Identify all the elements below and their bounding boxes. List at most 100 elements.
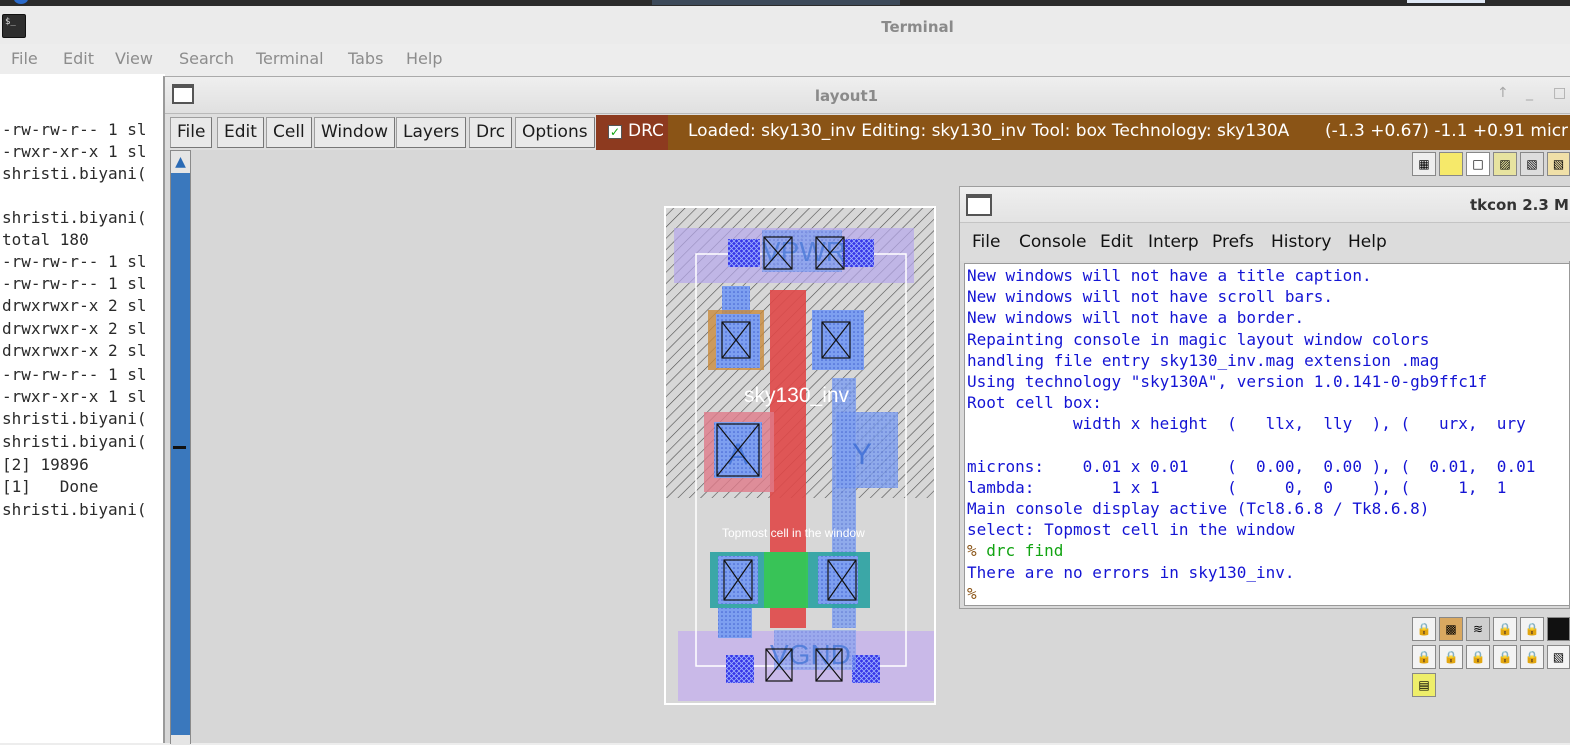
terminal-line: shristi.biyani( bbox=[2, 409, 147, 428]
layer-swatch-hatch-icon[interactable]: ▧ bbox=[1520, 152, 1544, 176]
layer-palette-row: 🔒 ▩ ≋ 🔒 🔒 bbox=[1412, 617, 1570, 641]
layout-menu-options[interactable]: Options bbox=[515, 117, 595, 148]
metal1-strap bbox=[718, 608, 752, 638]
layer-swatch-icon[interactable]: ▩ bbox=[1439, 617, 1463, 641]
tkcon-console[interactable]: New windows will not have a title captio… bbox=[964, 263, 1570, 606]
layout-menu-layers[interactable]: Layers bbox=[396, 117, 467, 148]
taskbar-active-task[interactable] bbox=[652, 0, 900, 5]
tkcon-menu-help[interactable]: Help bbox=[1348, 232, 1387, 252]
layer-palette-row: ▤ bbox=[1412, 673, 1442, 697]
layout-menu-cell[interactable]: Cell bbox=[266, 117, 312, 148]
lock-icon[interactable]: 🔒 bbox=[1412, 617, 1436, 641]
layout-menu-edit[interactable]: Edit bbox=[217, 117, 264, 148]
maximize-icon[interactable]: □ bbox=[1553, 85, 1566, 101]
lock-icon[interactable]: 🔒 bbox=[1520, 645, 1544, 669]
terminal-menu-view[interactable]: View bbox=[115, 49, 153, 68]
input-label: A bbox=[728, 438, 748, 471]
terminal-title: Terminal bbox=[881, 18, 954, 36]
lock-icon[interactable]: 🔒 bbox=[1412, 645, 1436, 669]
tkcon-menu-interp[interactable]: Interp bbox=[1148, 232, 1199, 252]
layer-swatch-outline-icon[interactable]: □ bbox=[1466, 152, 1490, 176]
scroll-up-arrow-icon[interactable]: ▲ bbox=[171, 151, 190, 173]
lock-icon[interactable]: 🔒 bbox=[1520, 617, 1544, 641]
lock-icon[interactable]: 🔒 bbox=[1493, 645, 1517, 669]
lock-icon[interactable]: 🔒 bbox=[1466, 645, 1490, 669]
raise-icon[interactable]: ↑ bbox=[1497, 85, 1509, 101]
tkcon-menu-history[interactable]: History bbox=[1271, 232, 1331, 252]
layout-menu-window[interactable]: Window bbox=[314, 117, 396, 148]
terminal-menu-terminal[interactable]: Terminal bbox=[256, 49, 324, 68]
window-icon bbox=[966, 194, 992, 216]
tkcon-menu-console[interactable]: Console bbox=[1019, 232, 1087, 252]
terminal-menu-help[interactable]: Help bbox=[406, 49, 442, 68]
terminal-line: shristi.biyani( bbox=[2, 500, 147, 519]
terminal-menu-file[interactable]: File bbox=[11, 49, 38, 68]
layer-swatch-icon[interactable] bbox=[1439, 152, 1463, 176]
tkcon-titlebar[interactable]: tkcon 2.3 M bbox=[960, 187, 1570, 223]
vgnd-contact bbox=[726, 655, 754, 683]
tkcon-window[interactable]: tkcon 2.3 M File Console Edit Interp Pre… bbox=[959, 186, 1570, 609]
terminal-line: shristi.biyani( bbox=[2, 432, 147, 451]
taskbar-indicator[interactable] bbox=[1407, 0, 1485, 3]
console-line: Main console display active (Tcl8.6.8 / … bbox=[967, 499, 1430, 518]
layer-swatch-icon[interactable]: ▨ bbox=[1493, 152, 1517, 176]
console-line: New windows will not have a border. bbox=[967, 308, 1305, 327]
console-prompt: % bbox=[967, 541, 977, 560]
terminal-line: -rwxr-xr-x 1 sl bbox=[2, 387, 147, 406]
vpwr-label: VPWR bbox=[762, 236, 846, 267]
console-line: Root cell box: bbox=[967, 393, 1102, 412]
tkcon-menubar: File Console Edit Interp Prefs History H… bbox=[960, 223, 1570, 261]
terminal-line: total 180 bbox=[2, 230, 89, 249]
lock-icon[interactable]: 🔒 bbox=[1439, 645, 1463, 669]
terminal-line: [1] Done bbox=[2, 477, 99, 496]
layer-swatch-grid-icon[interactable]: ▦ bbox=[1412, 152, 1436, 176]
scrollbar-thumb[interactable] bbox=[173, 446, 186, 449]
console-line: Using technology "sky130A", version 1.0.… bbox=[967, 372, 1488, 391]
tkcon-title: tkcon 2.3 M bbox=[1470, 196, 1569, 214]
terminal-line: drwxrwxr-x 2 sl bbox=[2, 341, 147, 360]
terminal-output[interactable]: -rw-rw-r-- 1 sl -rwxr-xr-x 1 sl shristi.… bbox=[0, 74, 165, 743]
vpwr-contact bbox=[728, 239, 760, 267]
vgnd-label: VGND bbox=[770, 639, 851, 670]
layout-canvas[interactable]: VPWR A Y sky130_inv Topmost cell in the … bbox=[664, 206, 936, 705]
console-line: Repainting console in magic layout windo… bbox=[967, 330, 1430, 349]
layer-swatch-icon[interactable]: ▧ bbox=[1547, 152, 1570, 176]
terminal-line: shristi.biyani( bbox=[2, 208, 147, 227]
console-line: New windows will not have a title captio… bbox=[967, 266, 1372, 285]
drc-label: DRC bbox=[628, 121, 664, 141]
console-line: select: Topmost cell in the window bbox=[967, 520, 1295, 539]
status-text: Loaded: sky130_inv Editing: sky130_inv T… bbox=[688, 121, 1290, 141]
console-result: There are no errors in sky130_inv. bbox=[967, 563, 1295, 582]
lock-icon[interactable]: 🔒 bbox=[1493, 617, 1517, 641]
terminal-menu-search[interactable]: Search bbox=[179, 49, 234, 68]
launcher-icon[interactable] bbox=[14, 0, 28, 4]
scroll-down-arrow-icon[interactable] bbox=[171, 735, 190, 745]
console-input-prompt[interactable]: % bbox=[967, 584, 977, 603]
console-command: drc find bbox=[976, 541, 1064, 560]
layer-swatch-icon[interactable]: ≋ bbox=[1466, 617, 1490, 641]
terminal-line: -rwxr-xr-x 1 sl bbox=[2, 142, 147, 161]
layout-menu-file[interactable]: File bbox=[170, 117, 213, 148]
tkcon-menu-prefs[interactable]: Prefs bbox=[1212, 232, 1254, 252]
console-line: lambda: 1 x 1 ( 0, 0 ), ( 1, 1 bbox=[967, 478, 1507, 497]
terminal-menu-tabs[interactable]: Tabs bbox=[348, 49, 383, 68]
console-line: handling file entry sky130_inv.mag exten… bbox=[967, 351, 1440, 370]
tkcon-menu-edit[interactable]: Edit bbox=[1100, 232, 1133, 252]
minimize-icon[interactable]: _ bbox=[1526, 85, 1533, 101]
layer-swatch-icon[interactable]: ▤ bbox=[1412, 673, 1436, 697]
ndiff-contact-region bbox=[818, 556, 858, 604]
drc-checkbox[interactable]: ✓ bbox=[608, 125, 622, 139]
pdiff-contact-region bbox=[812, 310, 864, 370]
drc-toggle[interactable]: ✓ DRC bbox=[596, 115, 668, 150]
layout-menu-drc[interactable]: Drc bbox=[469, 117, 513, 148]
terminal-line: [2] 19896 bbox=[2, 455, 89, 474]
terminal-titlebar[interactable]: $_ Terminal bbox=[0, 6, 1570, 44]
tkcon-menu-file[interactable]: File bbox=[972, 232, 1000, 252]
terminal-menu-edit[interactable]: Edit bbox=[63, 49, 94, 68]
vertical-scrollbar[interactable]: ▲ bbox=[170, 150, 191, 745]
layout-titlebar[interactable]: layout1 ↑ _ □ bbox=[165, 77, 1570, 114]
layer-swatch-hatch-icon[interactable]: ▧ bbox=[1547, 645, 1570, 669]
cell-name-label: sky130_inv bbox=[744, 384, 850, 407]
layer-swatch-icon[interactable] bbox=[1547, 617, 1570, 641]
layout-menubar: File Edit Cell Window Layers Drc Options… bbox=[165, 114, 1570, 150]
